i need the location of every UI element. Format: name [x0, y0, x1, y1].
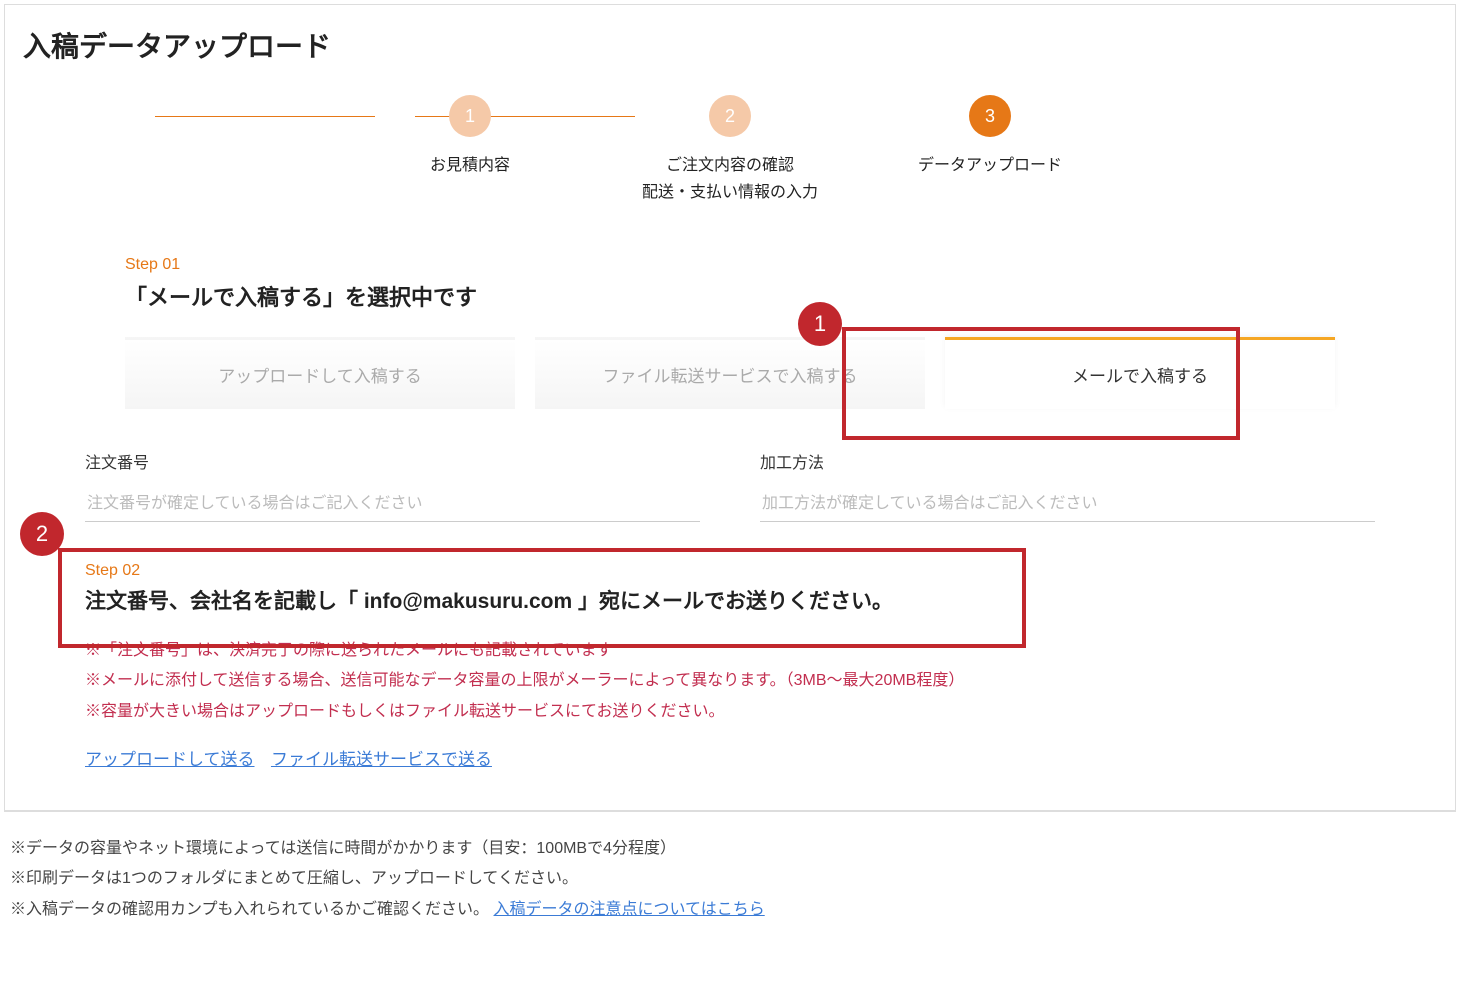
submission-tabs: アップロードして入稿する ファイル転送サービスで入稿する メールで入稿する: [125, 337, 1335, 409]
footer-caution-link[interactable]: 入稿データの注意点についてはこちら: [494, 901, 765, 918]
footer-line3-prefix: ※入稿データの確認用カンプも入れられているかご確認ください。: [10, 901, 489, 918]
callout-badge-2: 2: [20, 512, 64, 556]
process-label: 加工方法: [760, 449, 1375, 473]
form-row: 注文番号 加工方法: [85, 449, 1375, 522]
step02-block: Step 02 注文番号、会社名を記載し「 info@makusuru.com …: [85, 562, 1375, 770]
divider: [5, 810, 1455, 811]
stepper-step-2: 2 ご注文内容の確認 配送・支払い情報の入力: [600, 95, 860, 206]
step01-heading: 「メールで入稿する」を選択中です: [125, 280, 1335, 312]
step-circle: 3: [969, 95, 1011, 137]
order-no-label: 注文番号: [85, 449, 700, 473]
link-transfer-send[interactable]: ファイル転送サービスで送る: [271, 750, 492, 769]
step02-heading: 注文番号、会社名を記載し「 info@makusuru.com 」宛にメールでお…: [85, 586, 1375, 618]
step02-links: アップロードして送る ファイル転送サービスで送る: [85, 745, 1375, 770]
tab-file-transfer[interactable]: ファイル転送サービスで入稿する: [535, 337, 925, 409]
tab-upload[interactable]: アップロードして入稿する: [125, 337, 515, 409]
content-area: Step 01 「メールで入稿する」を選択中です アップロードして入稿する ファ…: [5, 256, 1455, 810]
stepper-line: [415, 116, 635, 117]
step02-small: Step 02: [85, 562, 1375, 580]
stepper-step-1: 1 お見積内容: [340, 95, 600, 179]
step02-notes: ※「注文番号」は、決済完了の際に送られたメールにも記載されています ※メールに添…: [85, 636, 1375, 727]
callout-badge-1: 1: [798, 302, 842, 346]
tab-email[interactable]: メールで入稿する: [945, 337, 1335, 409]
stepper-line: [155, 116, 375, 117]
note-line: ※容量が大きい場合はアップロードもしくはファイル転送サービスにてお送りください。: [85, 697, 1375, 727]
footer-line: ※データの容量やネット環境によっては送信に時間がかかります（目安：100MBで4…: [10, 834, 1450, 864]
step-label: お見積内容: [430, 152, 510, 179]
order-no-input[interactable]: [85, 487, 700, 522]
form-group-process: 加工方法: [760, 449, 1375, 522]
tab-panel: 注文番号 加工方法 Step 02 注文番号、会社名を記載し「 info@mak…: [15, 409, 1445, 810]
footer-line-3: ※入稿データの確認用カンプも入れられているかご確認ください。 入稿データの注意点…: [10, 895, 1450, 925]
note-line: ※メールに添付して送信する場合、送信可能なデータ容量の上限がメーラーによって異な…: [85, 666, 1375, 696]
footer-line: ※印刷データは1つのフォルダにまとめて圧縮し、アップロードしてください。: [10, 864, 1450, 894]
page-title: 入稿データアップロード: [5, 25, 1455, 95]
footer-notes: ※データの容量やネット環境によっては送信に時間がかかります（目安：100MBで4…: [0, 816, 1460, 925]
form-group-order-no: 注文番号: [85, 449, 700, 522]
progress-stepper: 1 お見積内容 2 ご注文内容の確認 配送・支払い情報の入力 3 データアップロ…: [5, 95, 1455, 206]
step-label: データアップロード: [918, 152, 1062, 179]
step01-small: Step 01: [125, 256, 1335, 274]
note-line: ※「注文番号」は、決済完了の際に送られたメールにも記載されています: [85, 636, 1375, 666]
stepper-step-3: 3 データアップロード: [860, 95, 1120, 179]
process-input[interactable]: [760, 487, 1375, 522]
step-circle: 1: [449, 95, 491, 137]
page-container: 入稿データアップロード 1 お見積内容 2 ご注文内容の確認 配送・支払い情報の…: [4, 4, 1456, 812]
step-label: ご注文内容の確認 配送・支払い情報の入力: [642, 152, 818, 206]
step-circle: 2: [709, 95, 751, 137]
link-upload-send[interactable]: アップロードして送る: [85, 750, 255, 769]
